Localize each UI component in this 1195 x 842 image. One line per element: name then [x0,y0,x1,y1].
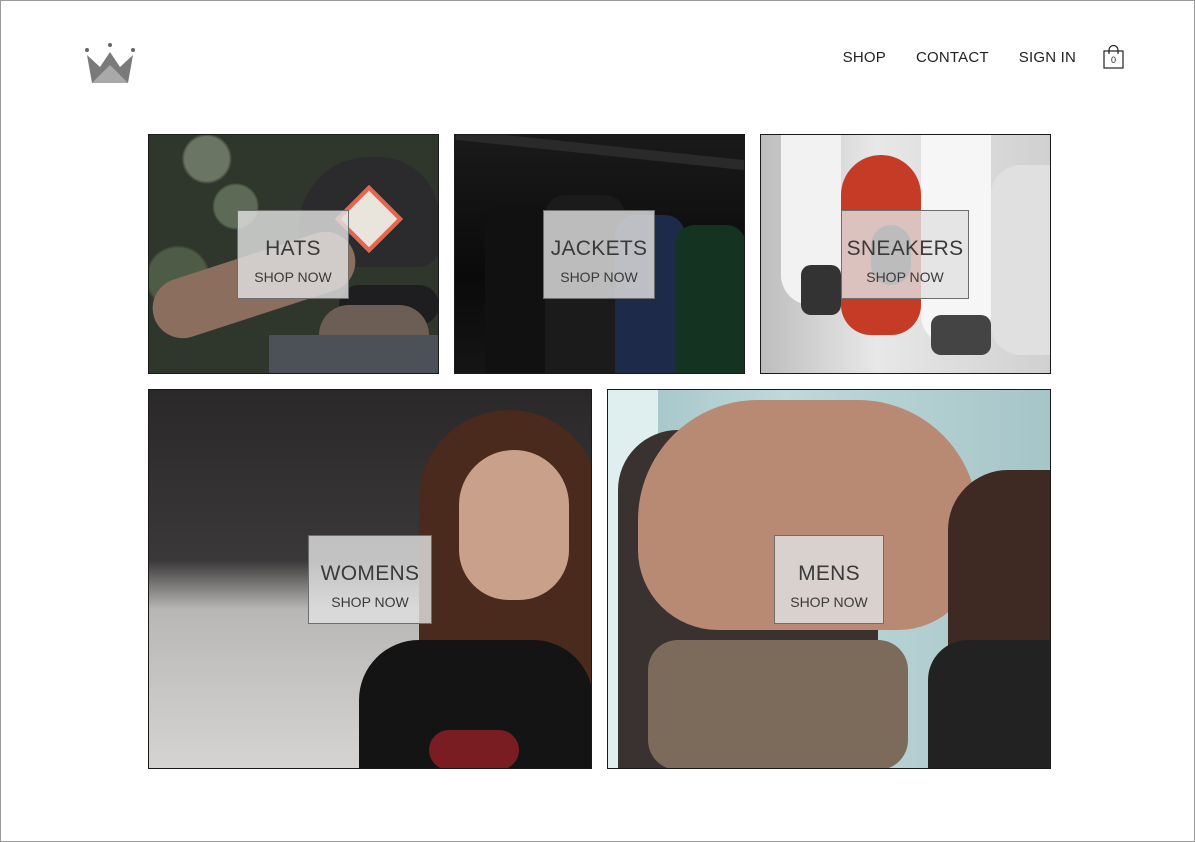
category-tile-hats[interactable]: HATS SHOP NOW [148,134,439,374]
nav-shop-link[interactable]: SHOP [843,49,886,66]
shop-now-link[interactable]: SHOP NOW [309,594,431,610]
category-tile-sneakers[interactable]: SNEAKERS SHOP NOW [760,134,1051,374]
top-nav: SHOP CONTACT SIGN IN 0 [843,45,1124,69]
tile-title: WOMENS [320,562,420,585]
cart-count: 0 [1110,55,1116,65]
nav-sign-in-link[interactable]: SIGN IN [1019,49,1076,66]
page-frame: SHOP CONTACT SIGN IN 0 HATS SHOP NOW JAC… [0,0,1195,842]
shop-now-link[interactable]: SHOP NOW [544,269,654,285]
tile-title: SNEAKERS [846,237,964,260]
shop-now-link[interactable]: SHOP NOW [842,269,968,285]
tile-label: HATS SHOP NOW [237,210,349,299]
crown-logo-icon[interactable] [84,43,136,85]
tile-label: WOMENS SHOP NOW [308,535,432,624]
tile-label: SNEAKERS SHOP NOW [841,210,969,299]
tile-title: MENS [798,562,860,585]
category-tile-jackets[interactable]: JACKETS SHOP NOW [454,134,745,374]
category-tile-womens[interactable]: WOMENS SHOP NOW [148,389,592,769]
tile-title: HATS [265,237,321,260]
nav-contact-link[interactable]: CONTACT [916,49,989,66]
category-tile-mens[interactable]: MENS SHOP NOW [607,389,1051,769]
shopping-bag-button[interactable]: 0 [1103,45,1124,69]
shop-now-link[interactable]: SHOP NOW [775,594,883,610]
tile-label: MENS SHOP NOW [774,535,884,624]
tile-label: JACKETS SHOP NOW [543,210,655,299]
tile-title: JACKETS [550,237,648,260]
shop-now-link[interactable]: SHOP NOW [238,269,348,285]
